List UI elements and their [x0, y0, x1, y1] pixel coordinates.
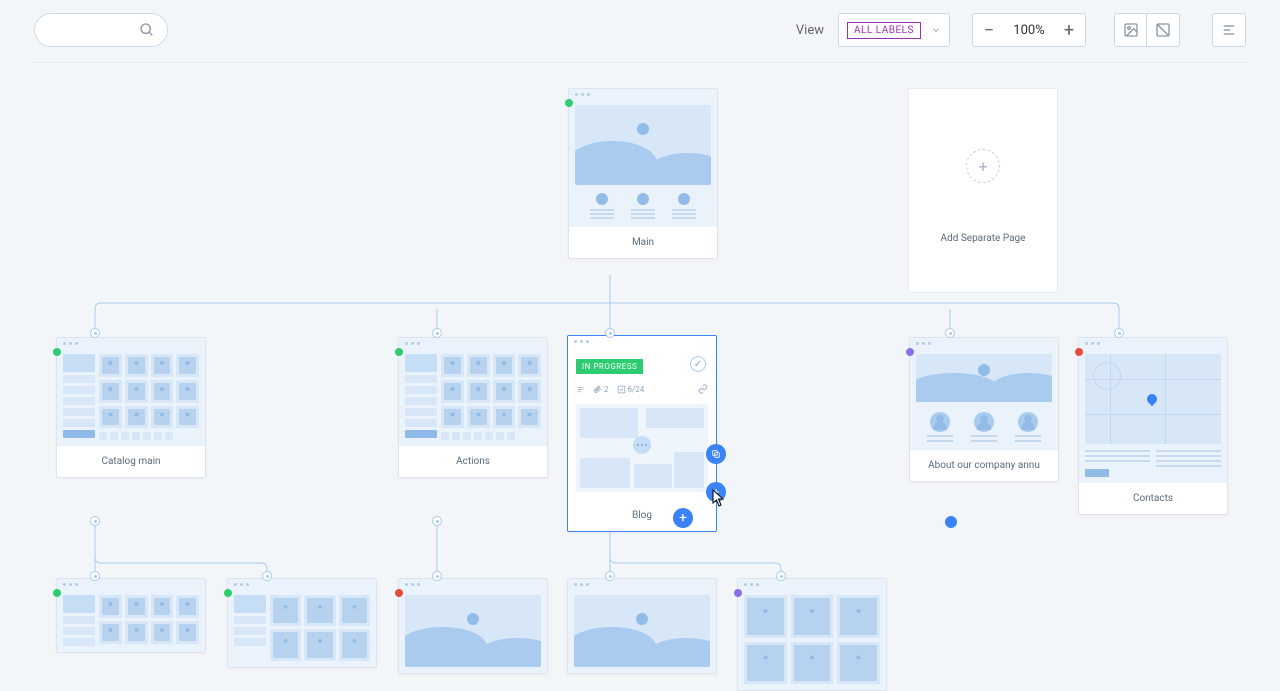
status-badge: IN PROGRESS	[576, 359, 643, 374]
card-label: Main	[569, 227, 717, 258]
status-dot	[395, 589, 403, 597]
chevron-down-icon	[931, 25, 941, 35]
card-label: Actions	[399, 446, 547, 477]
status-dot	[53, 589, 61, 597]
connector-hub[interactable]	[90, 516, 100, 526]
no-image-view-button[interactable]	[1147, 14, 1179, 46]
zoom-in-button[interactable]: +	[1053, 14, 1085, 46]
connector-hub[interactable]	[1114, 328, 1124, 338]
card-thumbnail: IN PROGRESS ✓ 2 6/24	[568, 346, 716, 500]
card-thumbnail	[228, 589, 376, 667]
card-titlebar	[910, 338, 1058, 348]
card-titlebar	[568, 336, 716, 346]
search-box[interactable]	[34, 13, 168, 47]
copy-button[interactable]	[706, 444, 726, 464]
panel-icon	[1221, 22, 1237, 38]
card-label: Catalog main	[57, 446, 205, 477]
card-thumbnail	[569, 99, 717, 227]
connector-hub[interactable]	[90, 328, 100, 338]
card-thumbnail	[399, 348, 547, 446]
card-thumbnail	[57, 589, 205, 652]
status-dot	[224, 589, 232, 597]
card-titlebar	[57, 579, 205, 589]
card-titlebar	[569, 89, 717, 99]
zoom-out-button[interactable]: −	[973, 14, 1005, 46]
link-icon[interactable]	[698, 384, 708, 394]
card-titlebar	[399, 579, 547, 589]
card-child[interactable]	[56, 578, 206, 653]
notes-icon	[576, 385, 585, 394]
card-titlebar	[228, 579, 376, 589]
toolbar: View ALL LABELS − 100% +	[0, 0, 1280, 60]
zoom-controls: − 100% +	[972, 13, 1086, 47]
card-thumbnail	[399, 589, 547, 673]
card-titlebar	[399, 338, 547, 348]
card-thumbnail	[738, 589, 886, 690]
card-titlebar	[57, 338, 205, 348]
plus-icon: +	[966, 149, 1000, 183]
card-catalog-main[interactable]: Catalog main	[56, 337, 206, 478]
card-label: Blog	[568, 500, 716, 531]
check-icon[interactable]: ✓	[690, 356, 706, 372]
panel-toggle-button[interactable]	[1212, 13, 1246, 47]
view-mode-group	[1114, 13, 1180, 47]
image-view-button[interactable]	[1115, 14, 1147, 46]
cursor-icon	[712, 489, 728, 507]
card-label: About our company annu	[910, 450, 1058, 481]
add-separate-page[interactable]: + Add Separate Page	[908, 88, 1058, 293]
card-child[interactable]	[227, 578, 377, 668]
labels-filter-dropdown[interactable]: ALL LABELS	[838, 13, 950, 47]
image-icon	[1123, 22, 1139, 38]
card-about[interactable]: About our company annu	[909, 337, 1059, 482]
connector-hub[interactable]	[605, 328, 615, 338]
copy-icon	[711, 449, 721, 459]
connector-hub[interactable]	[945, 328, 955, 338]
card-label: Contacts	[1079, 483, 1227, 514]
card-thumbnail	[1079, 348, 1227, 483]
card-blog[interactable]: IN PROGRESS ✓ 2 6/24 Blog +	[567, 335, 717, 532]
image-off-icon	[1155, 22, 1171, 38]
status-dot	[734, 589, 742, 597]
card-child[interactable]	[567, 578, 717, 674]
connector-hub[interactable]	[90, 571, 100, 581]
status-dot	[906, 348, 914, 356]
add-child-button[interactable]: +	[673, 508, 693, 528]
connector-hub[interactable]	[432, 516, 442, 526]
search-input[interactable]	[47, 23, 137, 38]
attachments-count: 2	[593, 385, 609, 394]
card-child[interactable]	[737, 578, 887, 691]
status-dot	[565, 99, 573, 107]
card-thumbnail	[568, 589, 716, 673]
zoom-value: 100%	[1005, 23, 1053, 38]
status-dot	[53, 348, 61, 356]
card-meta: 2 6/24	[576, 374, 708, 404]
connector-hub[interactable]	[945, 516, 957, 528]
add-page-label: Add Separate Page	[909, 183, 1057, 254]
view-label: View	[796, 23, 824, 38]
connector-hub[interactable]	[605, 571, 615, 581]
sitemap-canvas[interactable]: Main + Add Separate Page Catalog main Ac…	[0, 63, 1280, 678]
card-contacts[interactable]: Contacts	[1078, 337, 1228, 515]
connector-hub[interactable]	[776, 571, 786, 581]
card-titlebar	[738, 579, 886, 589]
status-dot	[1075, 348, 1083, 356]
status-dot	[395, 348, 403, 356]
card-thumbnail	[910, 348, 1058, 450]
card-child[interactable]	[398, 578, 548, 674]
card-main[interactable]: Main	[568, 88, 718, 259]
connector-hub[interactable]	[262, 571, 272, 581]
card-titlebar	[1079, 338, 1227, 348]
search-icon	[139, 22, 155, 38]
card-actions[interactable]: Actions	[398, 337, 548, 478]
connector-hub[interactable]	[432, 571, 442, 581]
card-thumbnail	[57, 348, 205, 446]
labels-filter-value: ALL LABELS	[847, 22, 921, 39]
card-titlebar	[568, 579, 716, 589]
connector-hub[interactable]	[432, 328, 442, 338]
tasks-count: 6/24	[617, 385, 645, 394]
